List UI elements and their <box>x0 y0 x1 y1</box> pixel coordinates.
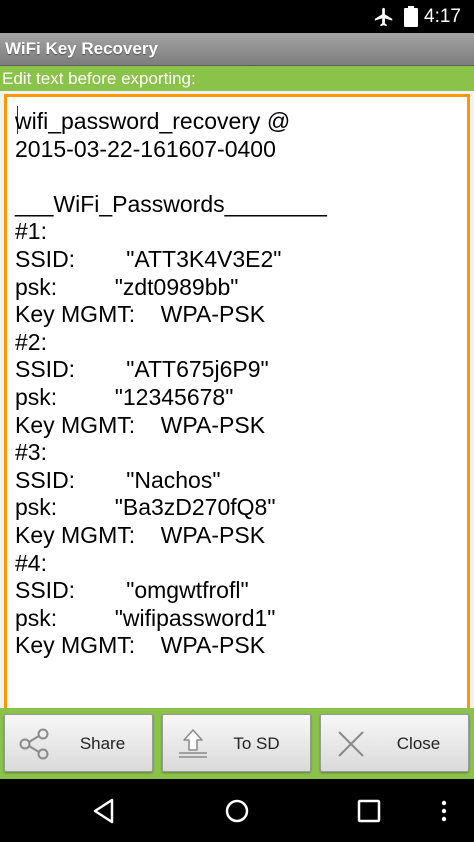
recents-icon[interactable] <box>355 797 383 825</box>
close-button[interactable]: Close <box>320 714 469 772</box>
share-button[interactable]: Share <box>4 714 153 772</box>
to-sd-button-label: To SD <box>233 734 280 753</box>
app-title-bar: WiFi Key Recovery <box>0 33 474 66</box>
app-title: WiFi Key Recovery <box>5 39 158 58</box>
close-icon <box>338 731 364 757</box>
share-icon <box>19 728 49 760</box>
status-clock: 4:17 <box>424 6 461 27</box>
system-navigation-bar <box>0 779 474 842</box>
battery-icon <box>404 6 418 27</box>
editor-frame: wifi_password_recovery @ 2015-03-22-1616… <box>0 91 474 708</box>
export-text-editor[interactable]: wifi_password_recovery @ 2015-03-22-1616… <box>4 94 470 708</box>
hint-bar: Edit text before exporting: <box>0 66 474 91</box>
export-text-content[interactable]: wifi_password_recovery @ 2015-03-22-1616… <box>15 108 463 660</box>
to-sd-button[interactable]: To SD <box>162 714 311 772</box>
airplane-mode-icon <box>374 7 393 27</box>
back-icon[interactable] <box>90 797 118 825</box>
edit-hint-label: Edit text before exporting: <box>2 69 196 88</box>
more-icon[interactable] <box>438 797 450 825</box>
home-icon[interactable] <box>223 797 251 825</box>
share-button-label: Share <box>79 734 126 753</box>
status-bar: 4:17 <box>0 0 474 33</box>
close-button-label: Close <box>396 734 441 753</box>
action-button-bar: Share To SD Close <box>0 708 474 779</box>
